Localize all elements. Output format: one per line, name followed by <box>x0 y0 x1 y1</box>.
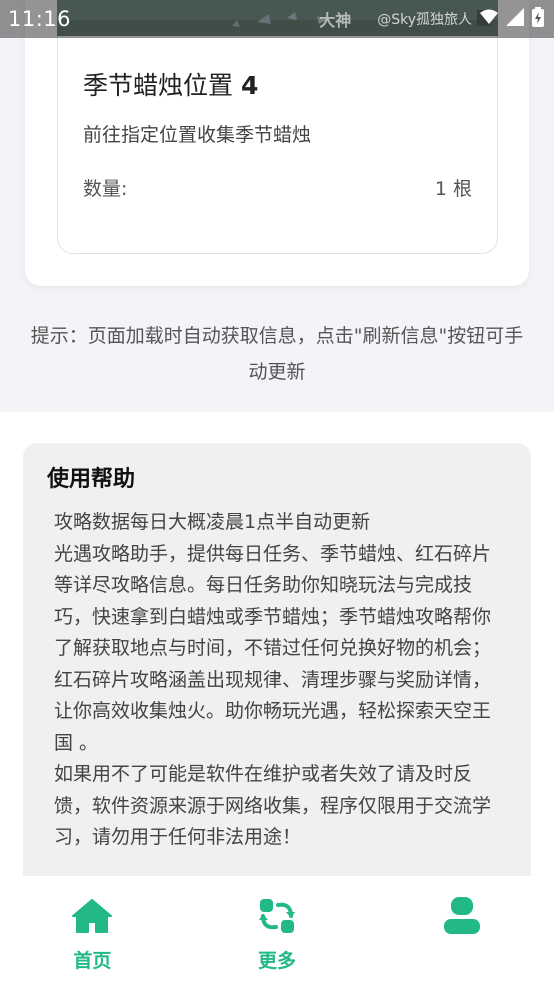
watermark-brand: 大神 <box>319 11 352 30</box>
wifi-icon <box>480 9 498 29</box>
nav-profile[interactable] <box>370 876 554 984</box>
help-card: 使用帮助 攻略数据每日大概凌晨1点半自动更新 光遇攻略助手，提供每日任务、季节蜡… <box>23 443 531 882</box>
refresh-icon <box>258 896 295 936</box>
help-body: 攻略数据每日大概凌晨1点半自动更新 光遇攻略助手，提供每日任务、季节蜡烛、红石碎… <box>54 507 494 854</box>
quantity-label: 数量: <box>83 178 128 200</box>
quantity-value: 1 根 <box>434 178 472 200</box>
home-icon <box>72 896 113 936</box>
refresh-hint: 提示：页面加载时自动获取信息，点击"刷新信息"按钮可手动更新 <box>30 325 524 383</box>
help-title: 使用帮助 <box>47 467 136 492</box>
help-notice: 如果用不了可能是软件在维护或者失效了请及时反馈，软件资源来源于网络收集，程序仅限… <box>54 763 492 848</box>
watermark-user: @Sky孤独旅人 <box>377 12 472 28</box>
card-description: 前往指定位置收集季节蜡烛 <box>83 124 312 146</box>
status-bar: 11:16 大神 @Sky孤独旅人 <box>0 0 554 38</box>
help-description: 光遇攻略助手，提供每日任务、季节蜡烛、红石碎片等详尽攻略信息。每日任务助你知晓玩… <box>54 542 492 754</box>
card-title-index: 4 <box>240 71 259 100</box>
card-title: 季节蜡烛位置 4 <box>83 66 258 102</box>
bottom-nav: 首页 更多 <box>0 876 554 984</box>
nav-more-label: 更多 <box>257 950 296 972</box>
nav-home[interactable]: 首页 <box>0 876 184 984</box>
user-icon <box>443 896 481 936</box>
status-time: 11:16 <box>8 7 72 31</box>
signal-icon <box>506 8 524 30</box>
status-icons: 大神 @Sky孤独旅人 <box>319 7 544 31</box>
help-update-note: 攻略数据每日大概凌晨1点半自动更新 <box>54 511 371 533</box>
season-candle-card[interactable]: 季节蜡烛位置 4 前往指定位置收集季节蜡烛 数量: 1 根 <box>57 36 498 254</box>
card-title-text: 季节蜡烛位置 <box>83 71 234 100</box>
nav-more[interactable]: 更多 <box>185 876 369 984</box>
nav-home-label: 首页 <box>73 950 112 972</box>
battery-icon <box>532 7 544 31</box>
